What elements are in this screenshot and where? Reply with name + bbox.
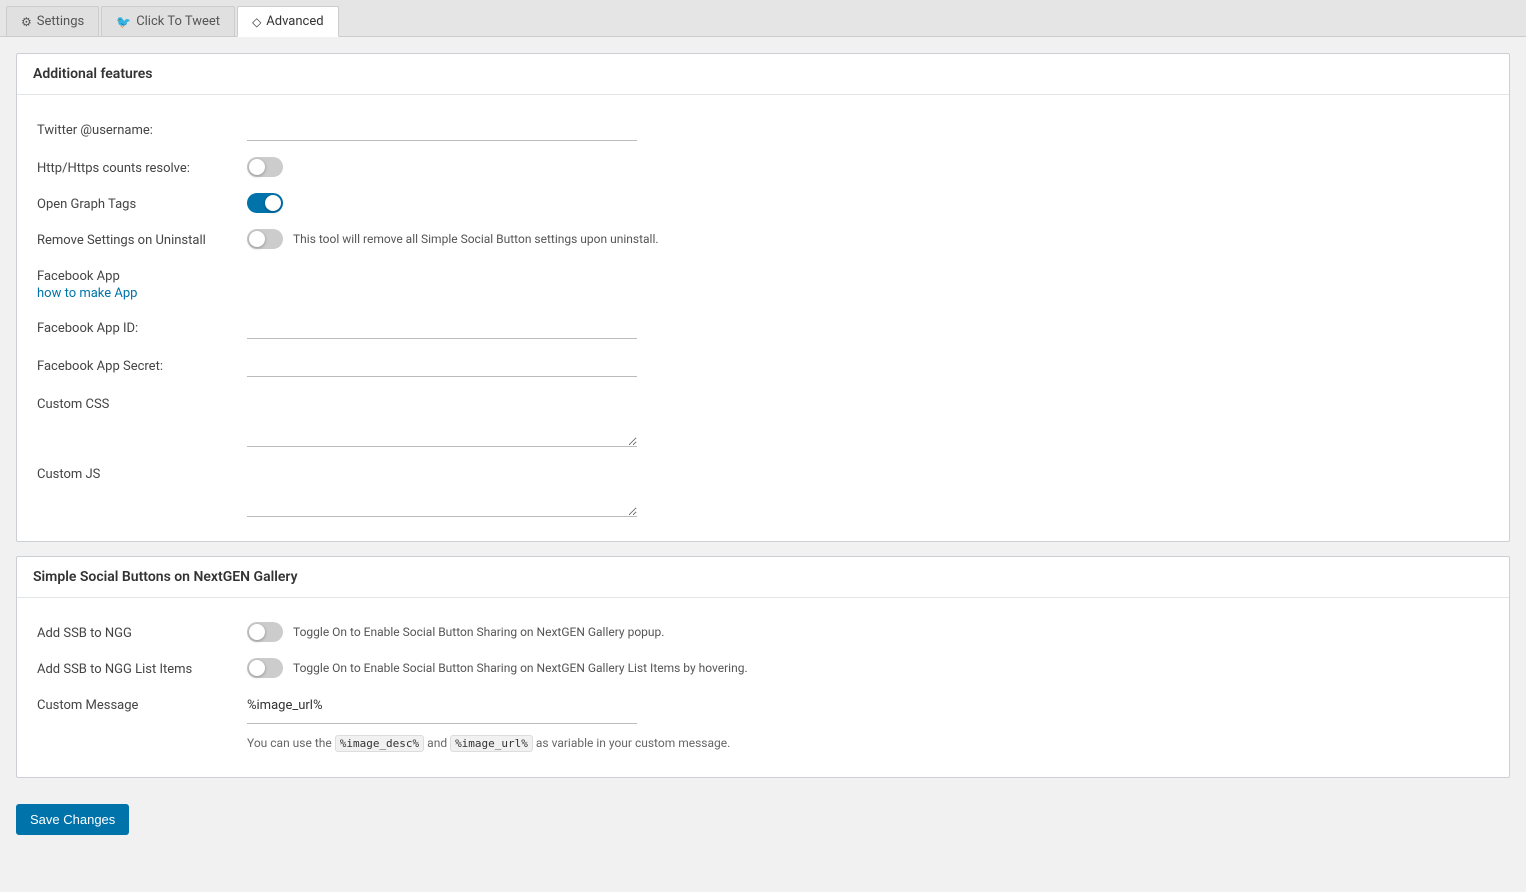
custom-js-input[interactable] [247, 463, 637, 517]
custom-css-control [247, 393, 1489, 447]
facebook-app-id-row: Facebook App ID: [37, 309, 1489, 347]
settings-icon: ⚙ [21, 15, 32, 29]
http-counts-control [247, 157, 1489, 177]
facebook-app-id-input[interactable] [247, 317, 637, 339]
open-graph-label: Open Graph Tags [37, 193, 247, 212]
save-bar: Save Changes [0, 794, 1526, 845]
additional-features-panel: Additional features Twitter @username: H… [16, 53, 1510, 542]
additional-features-title: Additional features [17, 54, 1509, 95]
nextgen-gallery-body: Add SSB to NGG Toggle On to Enable Socia… [17, 598, 1509, 777]
facebook-app-row: Facebook App how to make App [37, 257, 1489, 309]
http-counts-toggle[interactable] [247, 157, 283, 177]
open-graph-control [247, 193, 1489, 213]
remove-settings-label: Remove Settings on Uninstall [37, 229, 247, 248]
custom-css-row: Custom CSS [37, 385, 1489, 455]
tab-advanced-label: Advanced [266, 14, 323, 29]
add-ssb-ngg-wrap: Toggle On to Enable Social Button Sharin… [247, 622, 1489, 642]
add-ssb-ngg-list-desc: Toggle On to Enable Social Button Sharin… [293, 661, 748, 675]
facebook-app-id-label: Facebook App ID: [37, 317, 247, 336]
remove-settings-thumb [249, 231, 265, 247]
tabs-bar: ⚙ Settings 🐦 Click To Tweet ◇ Advanced [0, 0, 1526, 37]
http-counts-label: Http/Https counts resolve: [37, 157, 247, 176]
tab-settings[interactable]: ⚙ Settings [6, 6, 99, 36]
add-ssb-ngg-list-toggle[interactable] [247, 658, 283, 678]
tweet-icon: 🐦 [116, 15, 131, 29]
custom-message-control: %image_url% You can use the %image_desc%… [247, 694, 1489, 753]
remove-settings-desc: This tool will remove all Simple Social … [293, 232, 659, 246]
help-text-2: and [424, 736, 450, 750]
facebook-app-secret-input[interactable] [247, 355, 637, 377]
nextgen-gallery-title: Simple Social Buttons on NextGEN Gallery [17, 557, 1509, 598]
tab-click-to-tweet[interactable]: 🐦 Click To Tweet [101, 6, 235, 36]
additional-features-body: Twitter @username: Http/Https counts res… [17, 95, 1509, 541]
add-ssb-ngg-control: Toggle On to Enable Social Button Sharin… [247, 622, 1489, 642]
facebook-label-inner: Facebook App how to make App [37, 269, 247, 301]
open-graph-row: Open Graph Tags [37, 185, 1489, 221]
facebook-app-secret-control [247, 355, 1489, 377]
custom-js-wrapper [247, 463, 1489, 517]
custom-js-label: Custom JS [37, 463, 247, 482]
tab-click-to-tweet-label: Click To Tweet [136, 14, 220, 29]
add-ssb-ngg-row: Add SSB to NGG Toggle On to Enable Socia… [37, 614, 1489, 650]
custom-js-row: Custom JS [37, 455, 1489, 525]
help-code-1: %image_desc% [335, 735, 424, 752]
http-counts-row: Http/Https counts resolve: [37, 149, 1489, 185]
custom-css-label: Custom CSS [37, 393, 247, 412]
custom-message-help: You can use the %image_desc% and %image_… [247, 734, 1489, 753]
open-graph-toggle[interactable] [247, 193, 283, 213]
add-ssb-ngg-list-control: Toggle On to Enable Social Button Sharin… [247, 658, 1489, 678]
facebook-app-label: Facebook App [37, 269, 247, 284]
save-changes-button[interactable]: Save Changes [16, 804, 129, 835]
twitter-username-input[interactable] [247, 119, 637, 141]
tab-settings-label: Settings [37, 14, 84, 29]
add-ssb-ngg-thumb [249, 624, 265, 640]
twitter-username-label: Twitter @username: [37, 119, 247, 138]
help-text-1: You can use the [247, 736, 335, 750]
help-text-3: as variable in your custom message. [533, 736, 730, 750]
custom-css-wrapper [247, 393, 1489, 447]
http-counts-thumb [249, 159, 265, 175]
page-content: Additional features Twitter @username: H… [0, 37, 1526, 794]
custom-js-control [247, 463, 1489, 517]
nextgen-gallery-panel: Simple Social Buttons on NextGEN Gallery… [16, 556, 1510, 778]
facebook-app-id-control [247, 317, 1489, 339]
advanced-icon: ◇ [252, 15, 261, 29]
facebook-app-secret-row: Facebook App Secret: [37, 347, 1489, 385]
add-ssb-ngg-desc: Toggle On to Enable Social Button Sharin… [293, 625, 664, 639]
add-ssb-ngg-list-wrap: Toggle On to Enable Social Button Sharin… [247, 658, 1489, 678]
help-code-2: %image_url% [450, 735, 533, 752]
facebook-app-label-block: Facebook App how to make App [37, 265, 247, 301]
custom-message-value: %image_url% [247, 694, 1489, 717]
add-ssb-ngg-label: Add SSB to NGG [37, 622, 247, 641]
open-graph-thumb [265, 195, 281, 211]
remove-settings-row: Remove Settings on Uninstall This tool w… [37, 221, 1489, 257]
add-ssb-ngg-list-row: Add SSB to NGG List Items Toggle On to E… [37, 650, 1489, 686]
twitter-username-control [247, 119, 1489, 141]
add-ssb-ngg-toggle[interactable] [247, 622, 283, 642]
tab-advanced[interactable]: ◇ Advanced [237, 6, 339, 37]
add-ssb-ngg-list-label: Add SSB to NGG List Items [37, 658, 247, 677]
custom-css-input[interactable] [247, 393, 637, 447]
facebook-app-secret-label: Facebook App Secret: [37, 355, 247, 374]
twitter-username-row: Twitter @username: [37, 111, 1489, 149]
custom-message-row: Custom Message %image_url% You can use t… [37, 686, 1489, 761]
remove-settings-toggle[interactable] [247, 229, 283, 249]
facebook-app-link[interactable]: how to make App [37, 286, 247, 301]
add-ssb-ngg-list-thumb [249, 660, 265, 676]
remove-settings-control: This tool will remove all Simple Social … [247, 229, 1489, 249]
remove-settings-wrap: This tool will remove all Simple Social … [247, 229, 1489, 249]
custom-message-divider [247, 723, 637, 724]
custom-message-label: Custom Message [37, 694, 247, 713]
